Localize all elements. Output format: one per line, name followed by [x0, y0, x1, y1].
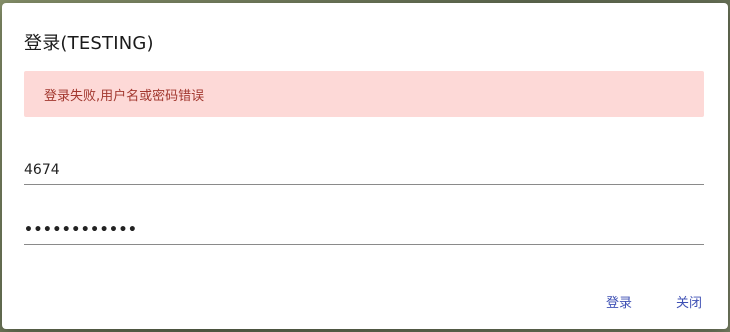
password-field[interactable]: ••••••••••••	[24, 209, 704, 245]
login-button[interactable]: 登录	[606, 292, 632, 311]
close-button[interactable]: 关闭	[676, 292, 702, 311]
dialog-title: 登录(TESTING)	[24, 33, 154, 54]
login-dialog: 登录(TESTING) 登录失败,用户名或密码错误 4674 •••••••••…	[2, 3, 728, 329]
username-value[interactable]: 4674	[24, 162, 60, 178]
error-message: 登录失败,用户名或密码错误	[44, 88, 205, 104]
username-field[interactable]: 4674	[24, 149, 704, 185]
error-alert: 登录失败,用户名或密码错误	[24, 71, 704, 117]
dialog-actions: 登录 关闭	[606, 292, 702, 311]
password-value[interactable]: ••••••••••••	[24, 222, 137, 238]
